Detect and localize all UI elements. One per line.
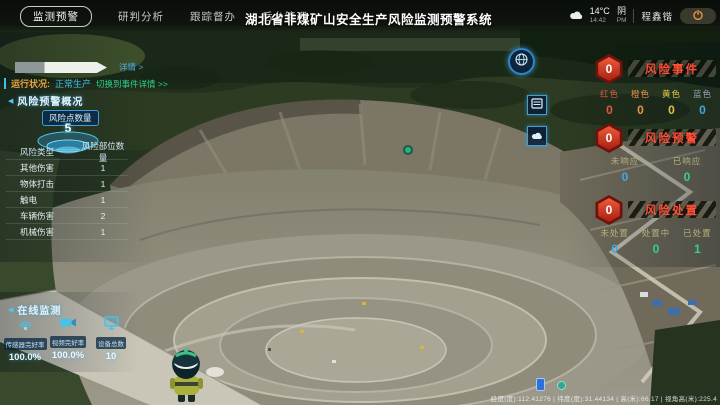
run-status-line: 运行状况: 正常生产 切换到事件详情 >> [4,77,168,90]
sensor-icon [17,316,34,336]
mascot-robot[interactable] [162,348,210,405]
stat-red: 红色 0 [600,88,619,117]
map-marker-green[interactable] [403,145,413,155]
accent-tick [4,78,6,89]
map-marker-teal[interactable] [557,381,566,390]
video-camera-icon [59,316,77,334]
online-monitoring-header: ◀ 在线监测 [8,302,61,317]
stat-value: 100.0% [52,350,84,361]
map-marker-pin[interactable] [536,378,545,391]
run-status-gauge [15,62,107,73]
cloud-icon [531,127,543,145]
risk-type-table: 风险类型 风险部位数量 其他伤害 1 物体打击 1 触电 1 车辆伤害 2 机械… [6,144,128,240]
stat-disposing: 处置中 0 [642,227,671,256]
power-icon [693,7,703,25]
tab-analysis[interactable]: 研判分析 [118,9,164,24]
table-row[interactable]: 机械伤害 1 [6,224,128,240]
risk-disposal-titlebar[interactable]: 风险处置 [628,201,716,218]
risk-disposal-badge: 0 [594,195,624,225]
camera-coordinates: 经度(度):112.41276 | 纬度(度):31.44134 | 高(米):… [491,393,717,403]
device-stat[interactable]: 设备总数 10 [92,316,130,363]
device-icon [104,316,119,335]
layers-icon [531,96,543,114]
table-header-row: 风险类型 风险部位数量 [6,144,128,160]
stat-yellow: 黄色 0 [662,88,681,117]
risk-disposal-panel: 0 风险处置 未处置 0 处置中 0 已处置 1 [594,195,718,257]
stat-label: 视频完好率 [50,336,87,348]
gauge-detail-link[interactable]: 详情 > [119,61,143,73]
stat-blue: 蓝色 0 [693,88,712,117]
table-row[interactable]: 触电 1 [6,192,128,208]
stat-disposed: 已处置 1 [683,227,712,256]
current-user: 程鑫锴 [641,9,673,23]
risk-event-panel: 0 风险事件 红色 0 橙色 0 黄色 0 蓝色 0 [594,54,718,116]
online-monitoring-items: 传感器完好率 100.0% 视频完好率 100.0% 设备总数 10 [6,316,130,363]
cloud-weather-icon [569,7,583,25]
tab-tracking[interactable]: 跟踪督办 [190,9,236,24]
logout-button[interactable] [680,8,716,24]
run-status-label: 运行状况: [11,77,50,90]
stat-undisposed: 未处置 0 [600,227,629,256]
table-row[interactable]: 车辆伤害 2 [6,208,128,224]
run-status-value: 正常生产 [55,77,91,90]
stat-responded: 已响应 0 [673,155,702,184]
risk-warning-panel: 0 风险预警 未响应 0 已响应 0 [594,123,718,185]
stat-label: 传感器完好率 [4,338,47,350]
risk-event-titlebar[interactable]: 风险事件 [628,60,716,77]
risk-overview-header: ◀ 风险预警概况 [8,93,83,108]
table-row[interactable]: 其他伤害 1 [6,160,128,176]
weather-temp: 14°C 14:42 [590,7,610,24]
switch-event-detail-link[interactable]: 切换到事件详情 >> [96,78,168,90]
tab-monitor-warning[interactable]: 监测预警 [20,6,92,27]
video-stat[interactable]: 视频完好率 100.0% [49,316,87,363]
collapse-left-icon[interactable]: ◀ [8,306,13,314]
cloud-layer-button[interactable] [527,126,547,146]
risk-warning-badge: 0 [594,123,624,153]
page-title: 湖北省非煤矿山安全生产风险监测预警系统 [245,9,492,28]
stat-label: 设备总数 [96,337,126,349]
stat-unresponded: 未响应 0 [611,155,640,184]
divider [633,9,634,23]
table-row[interactable]: 物体打击 1 [6,176,128,192]
globe-view-button[interactable] [508,48,535,75]
risk-warning-titlebar[interactable]: 风险预警 [628,129,716,146]
stat-value: 10 [106,351,117,362]
collapse-left-icon[interactable]: ◀ [8,97,13,105]
weather-condition: 阴 PM [617,7,627,24]
weather-time: 14:42 [590,17,610,24]
top-header: 监测预警 研判分析 跟踪督办 后台管理 湖北省非煤矿山安全生产风险监测预警系统 … [0,0,720,32]
globe-icon [515,53,528,71]
weather-period: PM [617,17,627,24]
stat-value: 100.0% [9,352,41,363]
risk-event-badge: 0 [594,54,624,84]
layers-button[interactable] [527,95,547,115]
stat-orange: 橙色 0 [631,88,650,117]
sensor-stat[interactable]: 传感器完好率 100.0% [6,316,44,363]
